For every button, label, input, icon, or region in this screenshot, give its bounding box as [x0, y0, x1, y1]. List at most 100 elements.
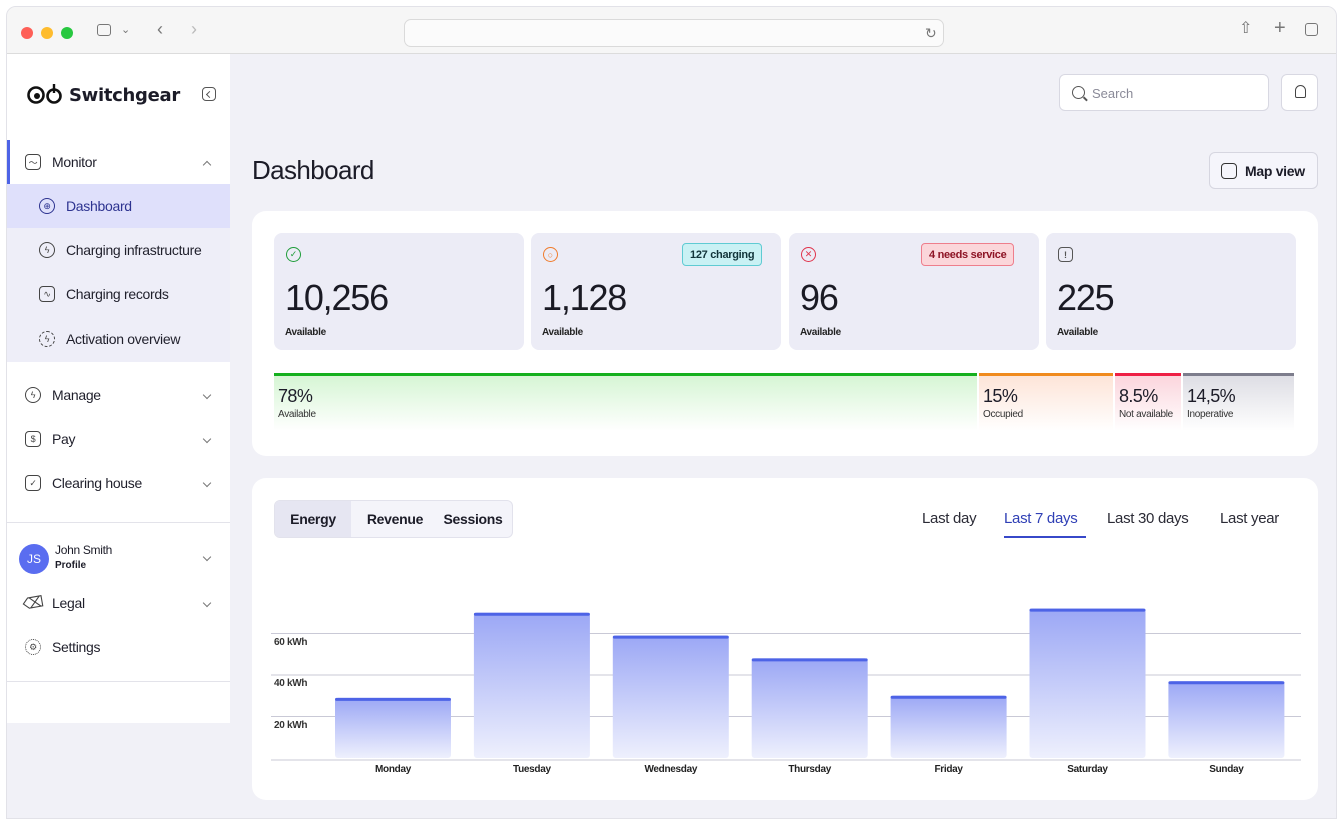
bar-top-edge — [1168, 681, 1285, 685]
charger-icon: ϟ — [39, 242, 55, 258]
status-label: Not available — [1119, 409, 1173, 420]
search-icon — [1072, 86, 1085, 99]
x-tick-label: Monday — [375, 764, 411, 775]
status-segment-inoperative: 14,5% Inoperative — [1183, 373, 1294, 431]
status-segment-bar — [979, 373, 1113, 376]
stat-card-alert: ! 225 Available — [1046, 233, 1296, 350]
stat-value: 10,256 — [285, 277, 389, 318]
chevron-down-icon — [202, 390, 212, 400]
x-tick-label: Friday — [934, 764, 963, 775]
tab-sessions[interactable]: Sessions — [435, 501, 511, 537]
y-tick-label: 40 kWh — [274, 678, 308, 689]
search-box[interactable] — [1059, 74, 1269, 111]
energy-bar-chart — [271, 608, 1301, 761]
bar-saturday[interactable] — [1029, 608, 1146, 758]
x-tick-label: Saturday — [1067, 764, 1108, 775]
reload-icon[interactable]: ↻ — [925, 25, 937, 41]
status-percent: 78% — [278, 386, 313, 406]
avatar[interactable]: JS — [19, 544, 49, 574]
stat-value: 225 — [1057, 277, 1115, 318]
check-circle-icon: ✓ — [286, 247, 301, 262]
sidebar-section-monitor[interactable]: 〜 Monitor — [7, 140, 230, 184]
share-icon[interactable]: ⇧ — [1239, 21, 1252, 37]
sidebar-item-label: Settings — [52, 639, 101, 655]
bar-wednesday[interactable] — [612, 635, 729, 758]
chevron-up-icon — [202, 160, 212, 170]
status-segment-not-available: 8.5% Not available — [1115, 373, 1181, 431]
status-segment-bar — [1183, 373, 1294, 376]
bar-top-edge — [612, 635, 729, 639]
new-tab-icon[interactable]: + — [1274, 18, 1286, 38]
x-tick-label: Sunday — [1209, 764, 1244, 775]
minimize-window-button[interactable] — [41, 27, 53, 39]
sidebar-toggle-icon[interactable] — [97, 24, 111, 36]
address-bar[interactable]: ↻ — [404, 19, 944, 47]
forward-icon[interactable]: › — [191, 20, 197, 38]
tab-revenue[interactable]: Revenue — [355, 501, 435, 537]
search-input[interactable] — [1092, 83, 1262, 103]
notifications-button[interactable] — [1281, 74, 1318, 111]
status-label: Occupied — [983, 409, 1023, 420]
status-segment-bar — [1115, 373, 1181, 376]
map-view-button[interactable]: Map view — [1209, 152, 1318, 189]
sidebar-item-dashboard[interactable]: ⊕ Dashboard — [7, 184, 230, 228]
chevron-down-icon[interactable]: ⌄ — [121, 22, 130, 38]
eraser-icon: ⌫ — [21, 593, 45, 614]
status-badge: 127 charging — [682, 243, 763, 266]
chevron-down-icon — [202, 552, 212, 562]
bar-monday[interactable] — [335, 697, 451, 758]
sidebar-item-activation-overview[interactable]: ϟ Activation overview — [7, 316, 230, 362]
switchgear-logo-icon — [27, 84, 62, 104]
sidebar-item-settings[interactable]: ⚙ Settings — [7, 625, 230, 669]
page-title: Dashboard — [252, 155, 374, 185]
stat-caption: Available — [285, 327, 326, 338]
user-name[interactable]: John Smith — [55, 543, 112, 557]
bar-top-edge — [1029, 608, 1146, 612]
status-label: Available — [278, 409, 316, 420]
sidebar-item-charging-records[interactable]: ∿ Charging records — [7, 272, 230, 316]
status-percent: 14,5% — [1187, 386, 1236, 406]
range-last-7-days[interactable]: Last 7 days — [1004, 510, 1078, 527]
stat-caption: Available — [542, 327, 583, 338]
activity-icon: ∿ — [39, 286, 55, 302]
chevron-down-icon — [202, 434, 212, 444]
bar-top-edge — [890, 695, 1007, 699]
sidebar-item-legal[interactable]: ⌫ Legal — [7, 581, 230, 625]
tabs-overview-icon[interactable] — [1305, 23, 1318, 36]
x-tick-label: Tuesday — [513, 764, 551, 775]
status-percent: 15% — [983, 386, 1018, 406]
bar-top-edge — [335, 697, 451, 701]
sidebar-section-pay[interactable]: $ Pay — [7, 417, 230, 461]
bar-sunday[interactable] — [1168, 681, 1285, 758]
zoom-window-button[interactable] — [61, 27, 73, 39]
sidebar-section-manage[interactable]: ϟ Manage — [7, 373, 230, 417]
status-label: Inoperative — [1187, 409, 1234, 420]
browser-toolbar: ⌄ ‹ › ↻ ⇧ + — [7, 7, 1336, 54]
bell-icon — [1295, 85, 1306, 98]
x-tick-label: Wednesday — [644, 764, 698, 775]
bar-friday[interactable] — [890, 695, 1007, 758]
back-icon[interactable]: ‹ — [157, 20, 163, 38]
close-window-button[interactable] — [21, 27, 33, 39]
gear-icon: ⚙ — [25, 639, 41, 655]
tab-energy[interactable]: Energy — [275, 501, 351, 537]
bolt-icon: ϟ — [25, 387, 41, 403]
stat-value: 1,128 — [542, 277, 627, 318]
user-profile-link[interactable]: Profile — [55, 560, 86, 571]
chevron-down-icon — [202, 478, 212, 488]
activation-icon: ϟ — [39, 331, 55, 347]
y-tick-label: 60 kWh — [274, 636, 308, 648]
bar-tuesday[interactable] — [473, 612, 590, 758]
chart-icon: 〜 — [25, 154, 41, 170]
collapse-sidebar-button[interactable] — [202, 87, 216, 101]
dollar-icon: $ — [25, 431, 41, 447]
range-last-30-days[interactable]: Last 30 days — [1107, 510, 1189, 527]
sidebar-item-charging-infrastructure[interactable]: ϟ Charging infrastructure — [7, 228, 230, 272]
sidebar-section-label: Pay — [52, 431, 76, 447]
status-badge: 4 needs service — [921, 243, 1015, 266]
sidebar-section-clearing-house[interactable]: ✓ Clearing house — [7, 461, 230, 505]
bar-thursday[interactable] — [751, 658, 868, 758]
range-last-year[interactable]: Last year — [1220, 510, 1279, 527]
range-last-day[interactable]: Last day — [922, 510, 977, 527]
sidebar-section-label: Clearing house — [52, 475, 142, 491]
